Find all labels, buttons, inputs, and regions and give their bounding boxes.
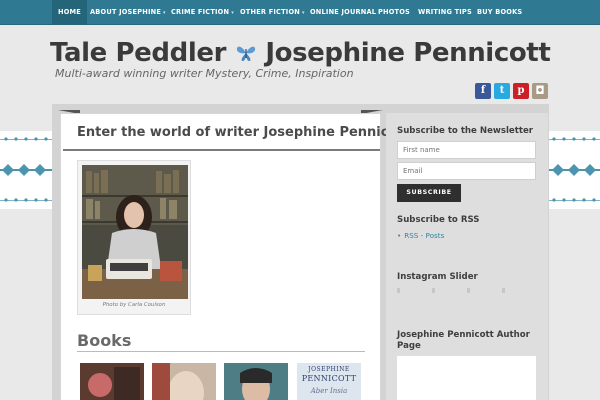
book-author-bottom: PENNICOTT xyxy=(301,374,357,383)
nav-item-crime-label: CRIME FICTION xyxy=(171,8,230,16)
author-photo-frame: Photo by Carla Coulson xyxy=(77,160,191,315)
nav-item-buy-books[interactable]: BUY BOOKS xyxy=(477,0,522,25)
book-cover-image xyxy=(80,363,144,400)
book-cover[interactable] xyxy=(224,363,288,400)
site-title[interactable]: Tale Peddler Josephine Pennicott xyxy=(50,38,551,68)
nav-item-home[interactable]: HOME xyxy=(52,0,87,25)
subscribe-button[interactable]: SUBSCRIBE xyxy=(397,184,461,202)
decorative-pattern xyxy=(0,137,53,202)
books-divider xyxy=(77,351,365,352)
instagram-glyph: ◘ xyxy=(535,84,545,97)
facebook-icon[interactable]: f xyxy=(475,83,491,99)
instagram-icon[interactable]: ◘ xyxy=(532,83,548,99)
nav-item-online-journal[interactable]: ONLINE JOURNAL xyxy=(310,0,376,25)
bullet-icon: • xyxy=(397,231,402,240)
nav-item-about-label: ABOUT JOSEPHINE xyxy=(90,8,162,16)
newsletter-heading: Subscribe to the Newsletter xyxy=(397,126,534,136)
rss-posts-label: RSS - Posts xyxy=(404,231,445,240)
nav-item-buy-label: BUY BOOKS xyxy=(477,8,523,16)
author-photo[interactable] xyxy=(82,165,188,299)
site-tagline: Multi-award winning writer Mystery, Crim… xyxy=(55,67,354,80)
pinterest-glyph: p xyxy=(517,85,525,96)
decorative-band-left xyxy=(0,131,53,209)
nav-item-writing-tips[interactable]: WRITING TIPS xyxy=(418,0,472,25)
book-cover[interactable]: JOSEPHINE PENNICOTT Aber Insia xyxy=(297,363,361,400)
pinterest-icon[interactable]: p xyxy=(513,83,529,99)
author-page-embed[interactable] xyxy=(397,356,536,400)
chevron-down-icon: ▾ xyxy=(231,10,234,16)
facebook-glyph: f xyxy=(480,85,486,96)
rss-posts-link[interactable]: • RSS - Posts xyxy=(397,231,444,240)
books-heading: Books xyxy=(77,331,132,350)
site-title-right: Josephine Pennicott xyxy=(265,38,551,68)
book-cover-image xyxy=(224,363,288,400)
nav-item-journal-label: ONLINE JOURNAL xyxy=(310,8,377,16)
chevron-down-icon: ▾ xyxy=(163,10,166,16)
first-name-field[interactable] xyxy=(397,141,536,159)
decorative-band-right xyxy=(548,131,600,209)
decorative-pattern xyxy=(548,137,600,202)
butterfly-icon xyxy=(236,46,255,61)
nav-item-photos-label: PHOTOS xyxy=(378,8,411,16)
nav-item-other-label: OTHER FICTION xyxy=(240,8,300,16)
author-photo-image xyxy=(82,165,188,299)
instagram-slide-placeholder xyxy=(467,288,470,293)
site-title-left: Tale Peddler xyxy=(50,38,227,68)
twitter-glyph: t xyxy=(499,85,505,96)
title-divider xyxy=(63,149,380,151)
email-field[interactable] xyxy=(397,162,536,180)
page-title: Enter the world of writer Josephine Penn… xyxy=(77,125,410,140)
book-author-top: JOSEPHINE xyxy=(308,366,350,373)
main-navigation: HOME ABOUT JOSEPHINE ▾ CRIME FICTION ▾ OTH… xyxy=(0,0,600,25)
nav-item-photos[interactable]: PHOTOS xyxy=(378,0,410,25)
nav-item-writing-label: WRITING TIPS xyxy=(418,8,472,16)
chevron-down-icon: ▾ xyxy=(301,10,305,16)
nav-item-crime-fiction[interactable]: CRIME FICTION ▾ xyxy=(171,0,234,25)
instagram-slide-placeholder xyxy=(502,288,505,293)
instagram-heading: Instagram Slider xyxy=(397,272,478,282)
twitter-icon[interactable]: t xyxy=(494,83,510,99)
nav-item-home-label: HOME xyxy=(58,8,81,16)
rss-heading: Subscribe to RSS xyxy=(397,215,480,225)
book-cover[interactable] xyxy=(80,363,144,400)
book-cover[interactable] xyxy=(152,363,216,400)
instagram-slide-placeholder xyxy=(432,288,435,293)
book-script-text: Aber Insia xyxy=(310,387,348,395)
photo-caption: Photo by Carla Coulson xyxy=(102,302,166,308)
instagram-slide-placeholder xyxy=(397,288,400,293)
author-page-heading: Josephine Pennicott Author Page xyxy=(397,330,530,351)
nav-item-other-fiction[interactable]: OTHER FICTION ▾ xyxy=(240,0,305,25)
book-cover-image xyxy=(152,363,216,400)
nav-item-about-josephine[interactable]: ABOUT JOSEPHINE ▾ xyxy=(90,0,166,25)
